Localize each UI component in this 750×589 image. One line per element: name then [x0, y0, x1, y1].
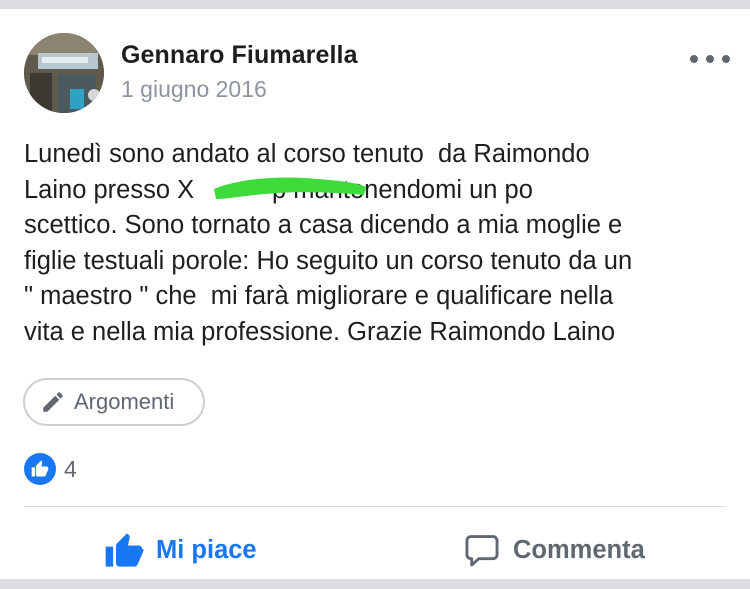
topics-label: Argomenti	[74, 389, 175, 414]
comment-button-label: Commenta	[513, 535, 645, 564]
author-name[interactable]: Gennaro Fiumarella	[121, 41, 358, 70]
post-card: Gennaro Fiumarella 1 giugno 2016 Lunedì …	[0, 9, 750, 579]
reaction-count: 4	[64, 455, 77, 482]
more-options-button[interactable]	[690, 49, 730, 69]
like-button[interactable]: Mi piace	[104, 527, 257, 573]
pencil-icon	[43, 392, 63, 412]
comment-bubble-icon	[465, 535, 499, 567]
more-horizontal-icon-dot	[706, 55, 714, 63]
topics-button[interactable]: Argomenti	[23, 378, 205, 426]
avatar-photo	[24, 33, 104, 113]
reactions-summary[interactable]: 4	[24, 453, 77, 485]
post-text: Lunedì sono andato al corso tenuto da Ra…	[24, 140, 633, 346]
thumbs-up-icon	[105, 533, 144, 567]
more-horizontal-icon	[690, 55, 698, 63]
avatar[interactable]	[24, 33, 104, 113]
comment-button[interactable]: Commenta	[463, 527, 645, 573]
post-date[interactable]: 1 giugno 2016	[121, 76, 267, 103]
divider	[24, 506, 726, 507]
like-button-label: Mi piace	[156, 535, 257, 564]
like-reaction-icon	[24, 453, 56, 485]
more-horizontal-icon-dot	[722, 55, 730, 63]
